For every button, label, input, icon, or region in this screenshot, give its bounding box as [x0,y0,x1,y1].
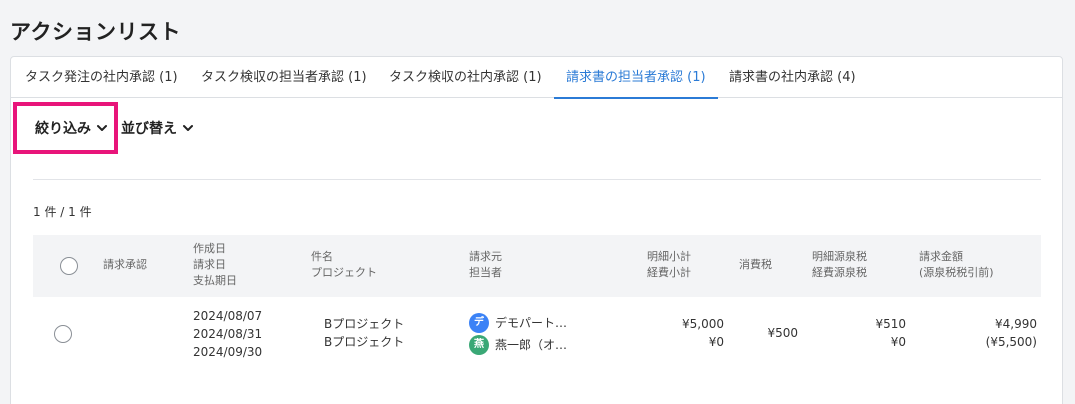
header-subtotal: 明細小計 経費小計 [647,250,691,279]
row-amount: ¥4,990 (¥5,500) [985,317,1037,349]
filter-button[interactable]: 絞り込み [13,102,118,154]
tab-task-inspection-owner[interactable]: タスク検収の担当者承認 (1) [201,57,367,98]
header-subject: 件名 プロジェクト [311,250,377,279]
row-dates: 2024/08/07 2024/08/31 2024/09/30 [193,309,263,359]
result-count: 1 件 / 1 件 [33,205,92,219]
tab-invoice-owner[interactable]: 請求書の担当者承認 (1) [554,57,718,99]
row-issuer: デ デモパート… 燕 燕一郎（オ… [469,312,567,356]
sort-button[interactable]: 並び替え [121,102,195,154]
select-all-radio[interactable] [60,257,78,275]
sort-label: 並び替え [121,121,177,137]
row-subtotal: ¥5,000 ¥0 [682,317,724,349]
row-subject: Bプロジェクト Bプロジェクト [324,317,405,349]
tab-bar: タスク発注の社内承認 (1) タスク検収の担当者承認 (1) タスク検収の社内承… [11,57,1062,99]
action-list-card: タスク発注の社内承認 (1) タスク検収の担当者承認 (1) タスク検収の社内承… [10,56,1063,404]
row-select-radio[interactable] [54,325,72,343]
owner-person: 燕 燕一郎（オ… [469,334,567,356]
row-tax: ¥500 [767,326,798,340]
header-tax: 消費税 [739,258,772,271]
table-header: 請求承認 作成日 請求日 支払期日 件名 プロジェクト 請求元 担当者 明細小計… [33,235,1041,297]
tab-task-order-internal[interactable]: タスク発注の社内承認 (1) [25,57,178,98]
header-issuer: 請求元 担当者 [469,250,502,279]
header-amount: 請求金額 (源泉税税引前) [919,250,994,279]
issuer-name: デモパート… [495,316,568,330]
issuer-avatar: デ [469,313,489,333]
header-withholding: 明細源泉税 経費源泉税 [812,250,867,279]
filter-label: 絞り込み [35,121,91,137]
owner-name: 燕一郎（オ… [495,338,568,352]
header-dates: 作成日 請求日 支払期日 [193,242,237,287]
header-approval: 請求承認 [103,258,147,271]
page-title: アクションリスト [10,20,181,44]
issuer-person: デ デモパート… [469,312,567,334]
chevron-down-icon [97,125,107,131]
row-withholding: ¥510 ¥0 [875,317,906,349]
divider [33,179,1041,180]
owner-avatar: 燕 [469,335,489,355]
tab-task-inspection-internal[interactable]: タスク検収の社内承認 (1) [389,57,542,98]
tab-invoice-internal[interactable]: 請求書の社内承認 (4) [729,57,856,98]
chevron-down-icon [183,125,193,131]
